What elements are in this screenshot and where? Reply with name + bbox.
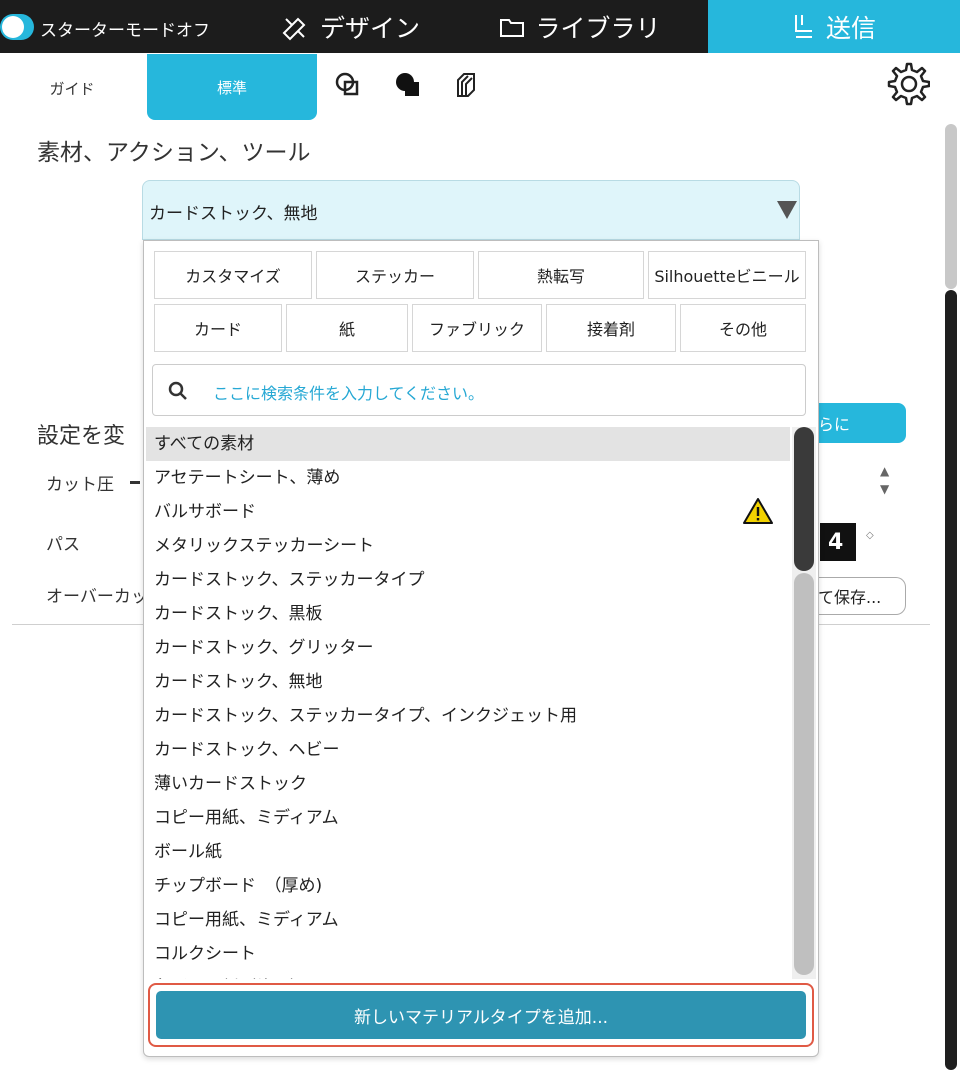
tab-send-label: 送信: [825, 13, 876, 43]
settings-label: 設定を変: [37, 424, 126, 449]
add-material-type-button[interactable]: 新しいマテリアルタイプを追加...: [156, 991, 806, 1039]
category-sticker[interactable]: ステッカー: [316, 251, 474, 299]
cut-pressure-slider[interactable]: [130, 481, 140, 484]
design-icon: [282, 17, 306, 40]
subtab-standard[interactable]: 標準: [147, 54, 317, 120]
material-select[interactable]: カードストック、無地: [142, 180, 800, 240]
material-dropdown: カスタマイズ ステッカー 熱転写 Silhouetteビニール カード 紙 ファ…: [143, 240, 819, 1057]
tab-library-label: ライブラリ: [535, 13, 661, 43]
list-item[interactable]: コピー用紙、ミディアム: [146, 903, 790, 937]
list-item[interactable]: コルクシート: [146, 937, 790, 971]
category-row-1: カスタマイズ ステッカー 熱転写 Silhouetteビニール: [154, 251, 806, 299]
material-list: すべての素材 アセテートシート、薄め バルサボード メタリックステッカーシート …: [146, 427, 790, 979]
gear-icon[interactable]: [884, 60, 930, 106]
top-bar: スターターモードオフ デザイン ライブラリ 送信: [0, 0, 960, 53]
further-settings-button[interactable]: らに: [806, 403, 906, 443]
category-fabric[interactable]: ファブリック: [412, 304, 542, 352]
search-input[interactable]: ここに検索条件を入力してください。: [152, 364, 806, 416]
list-item[interactable]: アセテートシート、薄め: [146, 461, 790, 495]
list-item[interactable]: カードストック、無地: [146, 665, 790, 699]
list-item[interactable]: 薄いカードストック: [146, 767, 790, 801]
list-scrollbar-rail[interactable]: [794, 573, 814, 975]
list-item[interactable]: すべての素材: [146, 427, 790, 461]
list-item[interactable]: チップボード （厚め): [146, 869, 790, 903]
cut-pressure-label: カット圧: [46, 475, 114, 495]
list-item[interactable]: 段ボール紙（片面）: [146, 971, 790, 979]
page-scrollbar-track[interactable]: [945, 124, 957, 289]
list-item[interactable]: バルサボード: [146, 495, 790, 529]
subtab-guide[interactable]: ガイド: [40, 68, 104, 108]
pass-label: パス: [46, 535, 80, 555]
merged-shapes-icon[interactable]: [393, 70, 423, 100]
layers-icon[interactable]: [452, 70, 482, 100]
chevron-down-icon: [777, 201, 797, 219]
category-customize[interactable]: カスタマイズ: [154, 251, 312, 299]
send-icon: [794, 14, 812, 38]
starter-mode-toggle[interactable]: [0, 14, 34, 40]
folder-icon: [500, 18, 525, 37]
toggle-knob: [2, 16, 24, 38]
list-scrollbar-thumb[interactable]: [794, 427, 814, 571]
search-placeholder: ここに検索条件を入力してください。: [213, 384, 485, 403]
list-item[interactable]: ボール紙: [146, 835, 790, 869]
save-settings-button[interactable]: て保存...: [806, 577, 906, 615]
tab-send[interactable]: 送信: [708, 0, 960, 53]
search-icon: [168, 381, 187, 400]
list-item[interactable]: カードストック、ヘビー: [146, 733, 790, 767]
pass-stepper[interactable]: ◇: [866, 530, 874, 541]
material-select-value: カードストック、無地: [149, 204, 318, 224]
tab-design-label: デザイン: [319, 13, 420, 43]
category-adhesive[interactable]: 接着剤: [546, 304, 676, 352]
pass-value-field[interactable]: 4: [820, 523, 856, 561]
cut-pressure-stepper[interactable]: ▲ ▼: [880, 462, 889, 498]
overlap-shapes-icon[interactable]: [333, 70, 363, 100]
category-heat-transfer[interactable]: 熱転写: [478, 251, 644, 299]
tab-design[interactable]: デザイン: [255, 0, 445, 53]
page-scrollbar-thumb[interactable]: [945, 290, 957, 1070]
list-item[interactable]: メタリックステッカーシート: [146, 529, 790, 563]
category-row-2: カード 紙 ファブリック 接着剤 その他: [154, 304, 806, 352]
warning-icon: [743, 498, 773, 524]
category-paper[interactable]: 紙: [286, 304, 408, 352]
list-item[interactable]: カードストック、黒板: [146, 597, 790, 631]
category-card[interactable]: カード: [154, 304, 282, 352]
category-silhouette-vinyl[interactable]: Silhouetteビニール: [648, 251, 806, 299]
starter-mode-label: スターターモードオフ: [40, 21, 210, 41]
list-item[interactable]: カードストック、ステッカータイプ: [146, 563, 790, 597]
list-item[interactable]: カードストック、ステッカータイプ、インクジェット用: [146, 699, 790, 733]
list-item[interactable]: カードストック、グリッター: [146, 631, 790, 665]
category-other[interactable]: その他: [680, 304, 806, 352]
section-title: 素材、アクション、ツール: [37, 140, 311, 166]
tab-library[interactable]: ライブラリ: [495, 0, 665, 53]
add-material-highlight: 新しいマテリアルタイプを追加...: [148, 983, 814, 1047]
list-item[interactable]: コピー用紙、ミディアム: [146, 801, 790, 835]
